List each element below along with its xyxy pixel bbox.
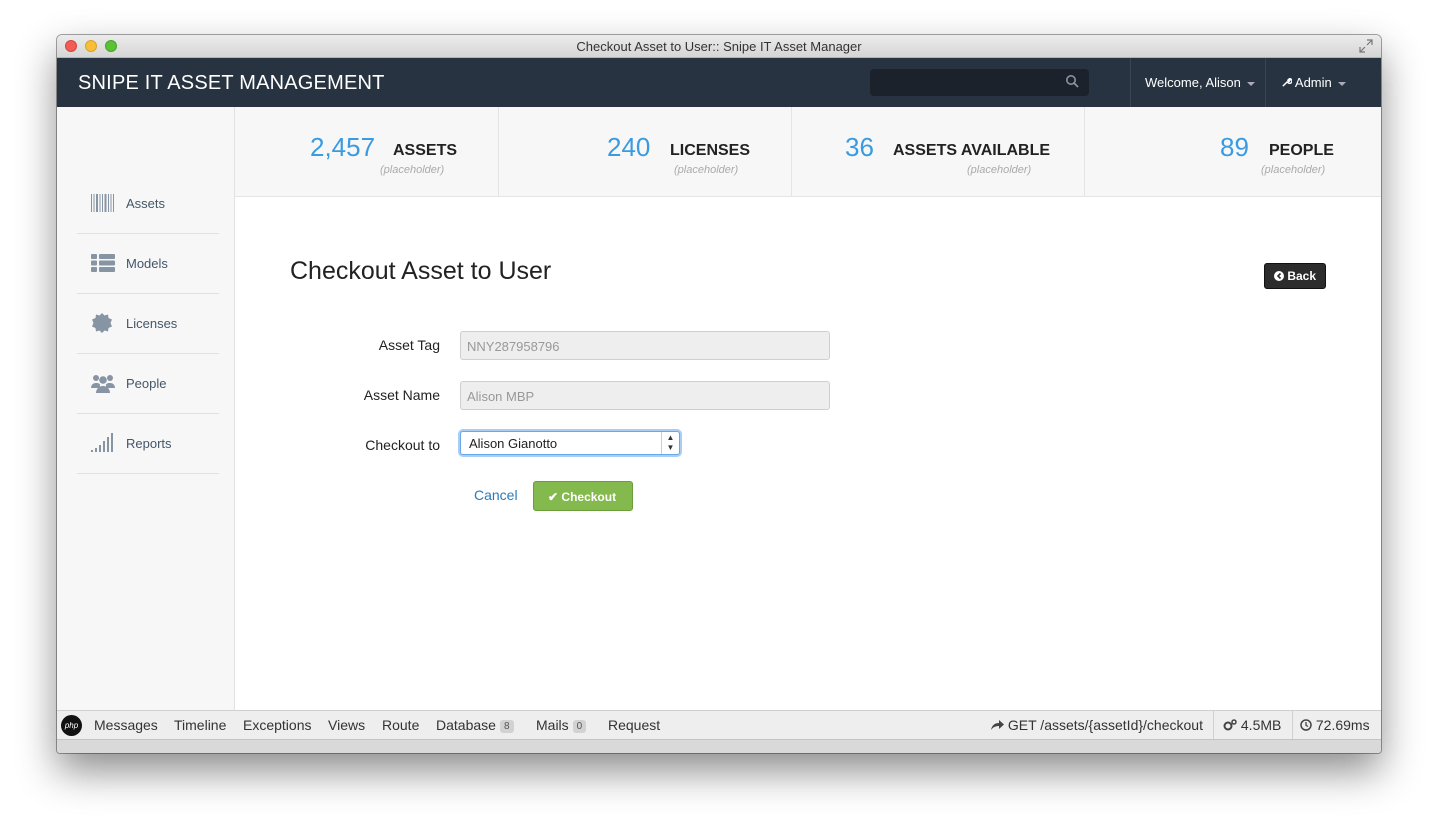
circle-arrow-left-icon (1274, 271, 1284, 281)
barcode-icon (91, 194, 114, 212)
checkout-to-selected-value: Alison Gianotto (469, 436, 558, 451)
browser-window: Checkout Asset to User:: Snipe IT Asset … (57, 35, 1381, 753)
top-navbar: SNIPE IT ASSET MANAGEMENT Welcome, Aliso… (57, 58, 1381, 107)
stat-subtext: (placeholder) (967, 164, 1032, 176)
mails-count-badge: 0 (572, 720, 587, 733)
checkout-to-label: Checkout to (365, 437, 440, 453)
stat-number: 240 (607, 132, 651, 162)
stat-licenses[interactable]: 240 LICENSES (placeholder) (499, 107, 792, 196)
group-icon (91, 375, 115, 393)
nav-divider (1130, 58, 1131, 107)
debug-divider (1213, 711, 1214, 740)
fullscreen-icon[interactable] (1359, 39, 1373, 53)
debug-tab-messages[interactable]: Messages (94, 717, 158, 733)
back-button-label: Back (1287, 269, 1317, 283)
search-input[interactable] (870, 69, 1089, 96)
share-arrow-icon (991, 720, 1004, 730)
debug-tab-views[interactable]: Views (328, 717, 365, 733)
wrench-icon (1282, 77, 1293, 87)
sidebar-item-label: Models (126, 256, 168, 271)
checkout-button-label: Checkout (561, 490, 617, 504)
debug-divider (1292, 711, 1293, 740)
window-title: Checkout Asset to User:: Snipe IT Asset … (576, 39, 862, 54)
checkout-to-select[interactable]: Alison Gianotto ▲ ▼ (460, 431, 680, 455)
sidebar-item-label: Licenses (126, 316, 178, 331)
sidebar-item-people[interactable]: People (77, 354, 219, 414)
user-menu[interactable]: Welcome, Alison (1145, 75, 1255, 90)
debug-tab-mails[interactable]: Mails 0 (536, 717, 587, 733)
stat-label: PEOPLE (1269, 142, 1334, 159)
debug-tab-mails-label: Mails (536, 717, 569, 733)
cogs-icon (1223, 719, 1237, 731)
stat-subtext: (placeholder) (1261, 164, 1326, 176)
debug-tab-database[interactable]: Database 8 (436, 717, 514, 733)
check-icon: ✔ (548, 490, 559, 504)
stat-number: 36 (845, 132, 874, 162)
admin-menu-label: Admin (1294, 75, 1332, 90)
stat-number: 2,457 (310, 132, 376, 162)
debug-memory-label: 4.5MB (1240, 717, 1282, 733)
sidebar-item-licenses[interactable]: Licenses (77, 294, 219, 354)
debug-tab-timeline[interactable]: Timeline (174, 717, 226, 733)
debug-tab-exceptions[interactable]: Exceptions (243, 717, 311, 733)
debug-time[interactable]: 72.69ms (1300, 717, 1370, 733)
stat-assets[interactable]: 2,457 ASSETS (placeholder) (235, 107, 499, 196)
page-title: Checkout Asset to User (290, 257, 552, 285)
sidebar-item-label: Reports (126, 436, 172, 451)
signal-icon (91, 433, 113, 452)
stat-subtext: (placeholder) (674, 164, 739, 176)
sidebar: Assets Models Licenses People Reports (57, 107, 235, 710)
debug-tab-route[interactable]: Route (382, 717, 419, 733)
certificate-icon (92, 313, 112, 333)
sidebar-item-assets[interactable]: Assets (77, 174, 219, 234)
stat-subtext: (placeholder) (380, 164, 445, 176)
debug-time-label: 72.69ms (1315, 717, 1370, 733)
search-icon[interactable] (1065, 74, 1079, 88)
sidebar-item-models[interactable]: Models (77, 234, 219, 294)
list-icon (91, 254, 115, 272)
asset-tag-label: Asset Tag (378, 337, 440, 353)
brand-logo[interactable]: SNIPE IT ASSET MANAGEMENT (78, 72, 385, 95)
chevron-down-icon (1337, 81, 1346, 86)
debug-tab-request[interactable]: Request (608, 717, 660, 733)
stats-bar: 2,457 ASSETS (placeholder) 240 LICENSES … (235, 107, 1381, 197)
checkout-button[interactable]: ✔ Checkout (533, 481, 633, 511)
stat-assets-available[interactable]: 36 ASSETS AVAILABLE (placeholder) (792, 107, 1085, 196)
debug-bar: php Messages Timeline Exceptions Views R… (57, 710, 1381, 740)
admin-menu[interactable]: Admin (1281, 75, 1346, 90)
database-count-badge: 8 (499, 720, 514, 733)
window-bottom-edge (57, 739, 1381, 753)
chevron-down-icon (1246, 81, 1255, 86)
sidebar-item-label: People (126, 376, 167, 391)
clock-icon (1300, 719, 1312, 731)
main-content: Checkout Asset to User Back Asset Tag NN… (235, 197, 1381, 710)
debug-tab-database-label: Database (436, 717, 496, 733)
asset-name-label: Asset Name (363, 387, 440, 403)
back-button[interactable]: Back (1264, 263, 1326, 289)
window-titlebar: Checkout Asset to User:: Snipe IT Asset … (57, 35, 1381, 58)
debug-memory[interactable]: 4.5MB (1223, 717, 1281, 733)
stat-people[interactable]: 89 PEOPLE (placeholder) (1085, 107, 1381, 196)
debug-route-label: GET /assets/{assetId}/checkout (1007, 717, 1203, 733)
user-menu-label: Welcome, Alison (1145, 75, 1241, 90)
stat-label: ASSETS AVAILABLE (893, 142, 1051, 159)
stat-label: LICENSES (670, 142, 751, 159)
cancel-link[interactable]: Cancel (474, 487, 518, 503)
stat-number: 89 (1220, 132, 1249, 162)
select-arrows-icon: ▲ ▼ (661, 432, 679, 454)
asset-tag-field[interactable]: NNY287958796 (460, 331, 830, 360)
sidebar-item-label: Assets (126, 196, 166, 211)
asset-name-field[interactable]: Alison MBP (460, 381, 830, 410)
stat-label: ASSETS (393, 142, 458, 159)
nav-divider (1265, 58, 1266, 107)
debug-route-info[interactable]: GET /assets/{assetId}/checkout (990, 717, 1203, 733)
sidebar-item-reports[interactable]: Reports (77, 414, 219, 474)
php-logo-icon[interactable]: php (61, 715, 82, 736)
